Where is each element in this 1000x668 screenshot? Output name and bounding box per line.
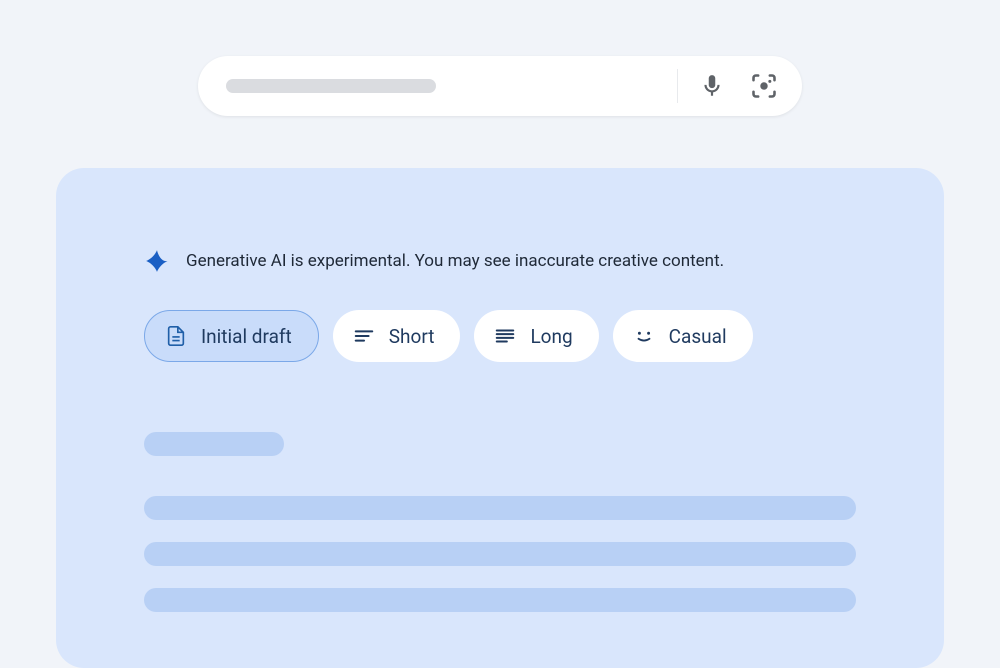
chip-label: Short <box>389 325 435 348</box>
long-text-icon <box>494 325 516 347</box>
chip-long[interactable]: Long <box>474 310 598 362</box>
casual-icon <box>633 325 655 347</box>
lens-search-button[interactable] <box>746 68 782 104</box>
voice-search-button[interactable] <box>694 68 730 104</box>
short-text-icon <box>353 325 375 347</box>
camera-lens-icon <box>750 72 778 100</box>
content-skeleton-line <box>144 588 856 612</box>
document-icon <box>165 325 187 347</box>
search-input-placeholder[interactable] <box>226 79 436 93</box>
search-bar[interactable] <box>198 56 802 116</box>
chip-short[interactable]: Short <box>333 310 461 362</box>
chip-casual[interactable]: Casual <box>613 310 753 362</box>
content-skeleton-title <box>144 432 284 456</box>
notice-row: Generative AI is experimental. You may s… <box>144 248 856 274</box>
chip-label: Initial draft <box>201 325 292 348</box>
search-divider <box>677 69 678 103</box>
chip-initial-draft[interactable]: Initial draft <box>144 310 319 362</box>
search-container <box>0 0 1000 116</box>
microphone-icon <box>699 73 725 99</box>
content-skeleton-line <box>144 496 856 520</box>
format-chips-row: Initial draft Short Long <box>144 310 856 362</box>
sparkle-icon <box>144 248 170 274</box>
chip-label: Long <box>530 325 572 348</box>
content-skeleton-line <box>144 542 856 566</box>
generative-ai-panel: Generative AI is experimental. You may s… <box>56 168 944 668</box>
notice-text: Generative AI is experimental. You may s… <box>186 251 724 271</box>
chip-label: Casual <box>669 325 727 348</box>
